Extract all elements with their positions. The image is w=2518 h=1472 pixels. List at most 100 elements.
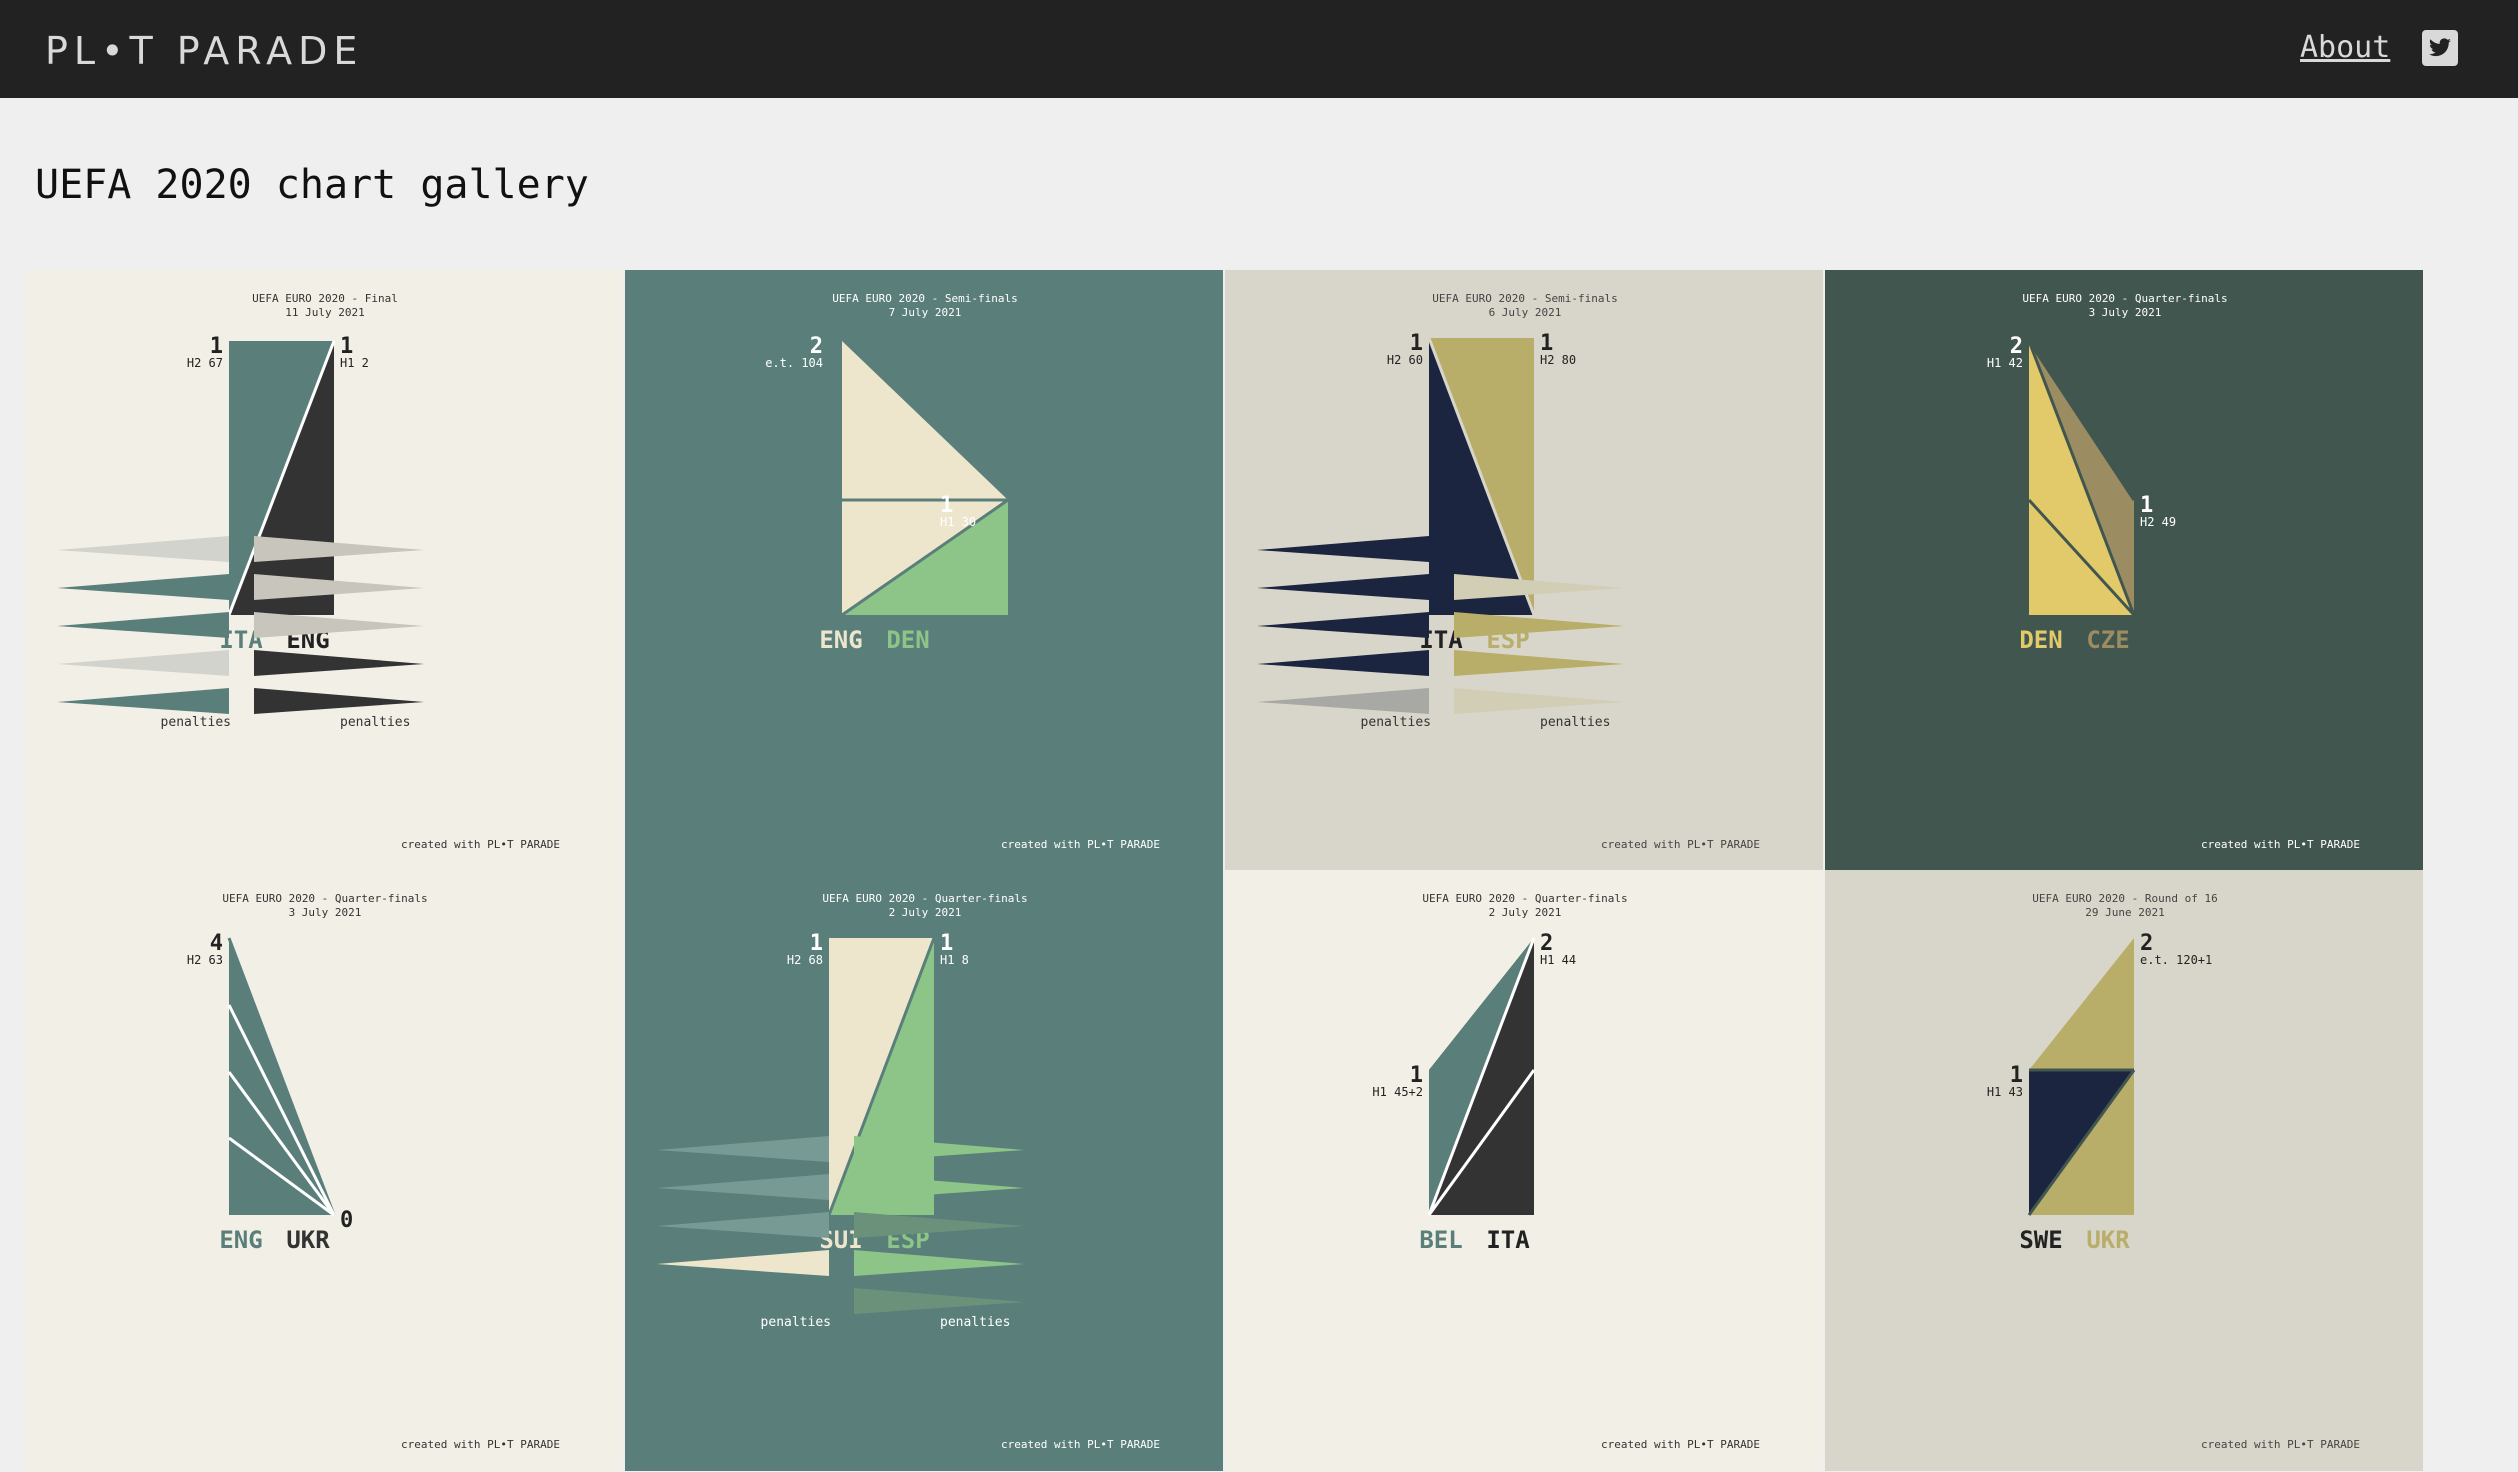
away-team-label: UKR: [286, 1226, 330, 1254]
penalty-scored: [1454, 650, 1624, 676]
match-chart: UEFA EURO 2020 - Quarter-finals2 July 20…: [1372, 892, 1760, 1451]
chart-title: UEFA EURO 2020 - Quarter-finals: [822, 892, 1027, 905]
penalty-scored: [1454, 612, 1624, 638]
penalty-missed: [657, 1174, 829, 1200]
match-chart-card[interactable]: UEFA EURO 2020 - Round of 16 29 June 2021…: [1825, 870, 2423, 1471]
credit-text: created with PL•T PARADE: [2201, 1438, 2360, 1451]
away-team-label: UKR: [2086, 1226, 2130, 1254]
away-team-label: DEN: [886, 626, 929, 654]
chart-date: 2 July 2021: [889, 906, 962, 919]
chart-date: 29 June 2021: [2085, 906, 2164, 919]
penalty-scored: [854, 1174, 1024, 1200]
home-team-label: ENG: [219, 1226, 262, 1254]
score-shapes: [841, 341, 1009, 617]
score-shapes: [1427, 937, 1536, 1216]
home-goal-time: H2 63: [187, 953, 223, 967]
chart-date: 3 July 2021: [2089, 306, 2162, 319]
away-penalties-label: penalties: [1540, 715, 1610, 730]
chart-title: UEFA EURO 2020 - Quarter-finals: [2022, 292, 2227, 305]
chart-title: UEFA EURO 2020 - Semi-finals: [832, 292, 1017, 305]
score-shapes: [2027, 340, 2136, 617]
penalty-scored: [57, 612, 229, 638]
penalty-scored: [1257, 612, 1429, 638]
penalty-missed: [57, 536, 229, 562]
match-chart-card[interactable]: UEFA EURO 2020 - Quarter-finals 3 July 20…: [25, 870, 623, 1471]
penalty-missed: [254, 574, 424, 600]
chart-date: 3 July 2021: [289, 906, 362, 919]
away-goal-time: H1 44: [1540, 953, 1576, 967]
away-penalties-label: penalties: [940, 1315, 1010, 1330]
penalty-scored: [1257, 650, 1429, 676]
chart-gallery: UEFA EURO 2020 - Final 11 July 2021 1 H2 67…: [25, 270, 2425, 1472]
penalty-scored: [854, 1250, 1024, 1276]
credit-text: created with PL•T PARADE: [2201, 838, 2360, 851]
away-penalties-label: penalties: [340, 715, 410, 730]
match-chart: UEFA EURO 2020 - Semi-finals7 July 20212…: [765, 292, 1160, 851]
penalty-scored: [254, 650, 424, 676]
logo-text: PL•T PARADE: [45, 29, 363, 72]
plot-parade-logo[interactable]: PL•T PARADE: [45, 28, 375, 72]
match-chart-card[interactable]: UEFA EURO 2020 - Final 11 July 2021 1 H2 67…: [25, 270, 623, 871]
credit-text: created with PL•T PARADE: [1601, 1438, 1760, 1451]
penalty-missed: [254, 536, 424, 562]
penalty-missed: [57, 650, 229, 676]
penalty-missed: [1454, 574, 1624, 600]
home-team-label: ENG: [819, 626, 862, 654]
match-chart-card[interactable]: UEFA EURO 2020 - Semi-finals 7 July 2021 2…: [625, 270, 1223, 871]
match-chart-card[interactable]: UEFA EURO 2020 - Quarter-finals 3 July 20…: [1825, 270, 2423, 871]
away-goal-time: e.t. 120+1: [2140, 953, 2212, 967]
away-goal-time: H1 2: [340, 356, 369, 370]
match-chart-card[interactable]: UEFA EURO 2020 - Semi-finals 6 July 2021 1…: [1225, 270, 1823, 871]
penalty-scored: [57, 574, 229, 600]
match-chart: UEFA EURO 2020 - Quarter-finals3 July 20…: [187, 892, 560, 1451]
match-chart-card[interactable]: UEFA EURO 2020 - Quarter-finals 2 July 20…: [1225, 870, 1823, 1471]
home-goal-time: e.t. 104: [765, 356, 823, 370]
penalty-scored: [854, 1136, 1024, 1162]
score-area: [2029, 938, 2134, 1070]
chart-date: 2 July 2021: [1489, 906, 1562, 919]
penalty-scored: [657, 1250, 829, 1276]
penalty-missed: [657, 1212, 829, 1238]
chart-title: UEFA EURO 2020 - Round of 16: [2032, 892, 2217, 905]
away-team-label: CZE: [2086, 626, 2129, 654]
penalty-scored: [1257, 536, 1429, 562]
penalty-missed: [657, 1136, 829, 1162]
home-goal-time: H1 43: [1987, 1085, 2023, 1099]
home-penalties-label: penalties: [1361, 715, 1431, 730]
match-chart: UEFA EURO 2020 - Quarter-finals2 July 20…: [657, 892, 1160, 1451]
chart-date: 11 July 2021: [285, 306, 364, 319]
penalty-missed: [854, 1288, 1024, 1314]
penalty-missed: [1454, 688, 1624, 714]
match-chart: UEFA EURO 2020 - Quarter-finals3 July 20…: [1987, 292, 2360, 851]
score-shapes: [827, 937, 936, 1216]
chart-date: 6 July 2021: [1489, 306, 1562, 319]
page-title: UEFA 2020 chart gallery: [35, 162, 589, 208]
away-goal-time: H1 30: [940, 515, 976, 529]
score-shapes: [227, 937, 336, 1217]
top-navigation-bar: PL•T PARADE About: [0, 0, 2518, 98]
score-shapes: [227, 340, 336, 616]
penalty-missed: [854, 1212, 1024, 1238]
match-chart: UEFA EURO 2020 - Final11 July 20211H2 67…: [57, 292, 560, 851]
match-chart: UEFA EURO 2020 - Semi-finals6 July 20211…: [1257, 292, 1760, 851]
about-link[interactable]: About: [2300, 30, 2390, 65]
credit-text: created with PL•T PARADE: [1001, 1438, 1160, 1451]
score-area: [842, 341, 1008, 500]
chart-title: UEFA EURO 2020 - Quarter-finals: [222, 892, 427, 905]
home-penalties-label: penalties: [161, 715, 231, 730]
away-score: 0: [340, 1208, 353, 1233]
match-chart-card[interactable]: UEFA EURO 2020 - Quarter-finals 2 July 20…: [625, 870, 1223, 1471]
penalty-missed: [1257, 688, 1429, 714]
credit-text: created with PL•T PARADE: [1001, 838, 1160, 851]
penalty-missed: [254, 612, 424, 638]
home-goal-time: H1 45+2: [1372, 1085, 1423, 1099]
home-goal-time: H2 60: [1387, 353, 1423, 367]
away-goal-time: H2 80: [1540, 353, 1576, 367]
twitter-icon[interactable]: [2422, 30, 2458, 66]
chart-title: UEFA EURO 2020 - Semi-finals: [1432, 292, 1617, 305]
home-team-label: BEL: [1419, 1226, 1462, 1254]
penalty-scored: [254, 688, 424, 714]
away-team-label: ITA: [1486, 1226, 1530, 1254]
away-goal-time: H1 8: [940, 953, 969, 967]
home-goal-time: H1 42: [1987, 356, 2023, 370]
